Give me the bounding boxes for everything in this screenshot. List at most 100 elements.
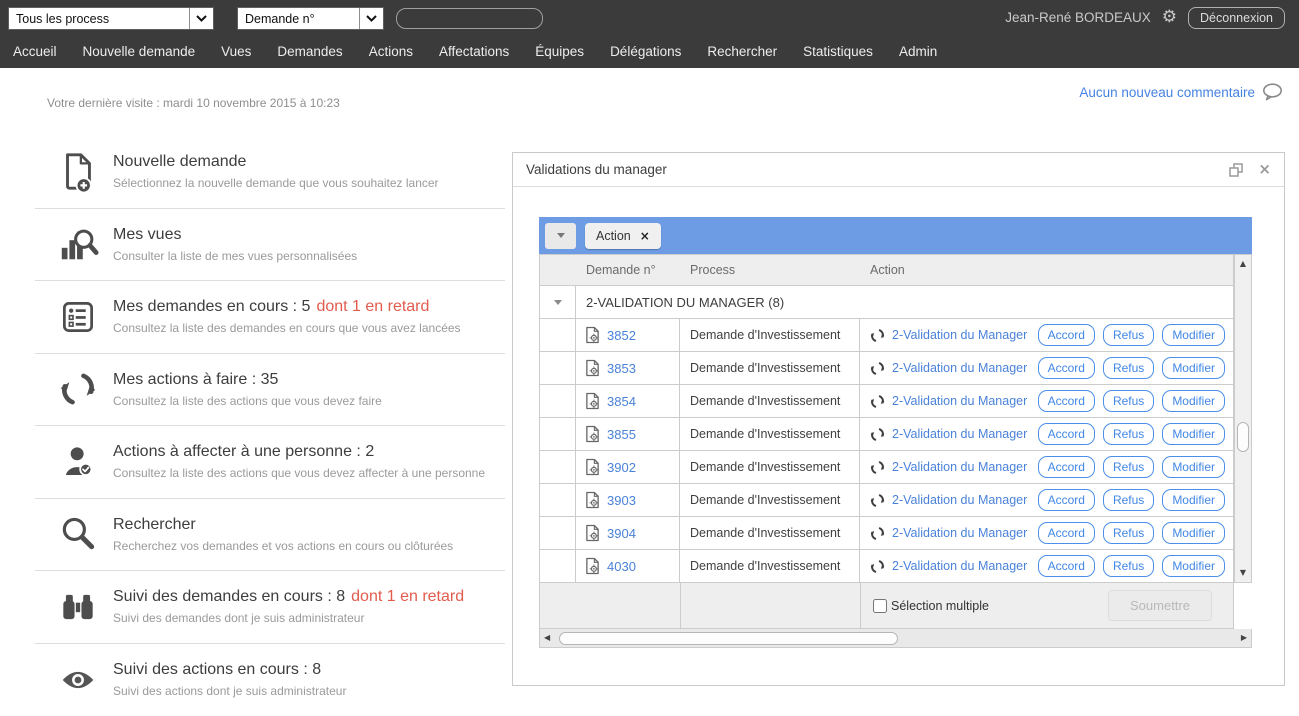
nav-item[interactable]: Rechercher xyxy=(694,44,790,59)
accord-button[interactable]: Accord xyxy=(1038,357,1095,379)
vertical-scroll-thumb[interactable] xyxy=(1237,422,1249,452)
menu-item-rechercher[interactable]: Rechercher Recherchez vos demandes et vo… xyxy=(35,499,505,572)
demande-number-link[interactable]: 3853 xyxy=(607,361,636,376)
filter-dropdown-button[interactable] xyxy=(545,223,576,249)
modifier-button[interactable]: Modifier xyxy=(1162,423,1225,445)
horizontal-scroll-thumb[interactable] xyxy=(559,632,898,645)
nav-item[interactable]: Actions xyxy=(356,44,426,59)
menu-item-nouvelle-demande[interactable]: Nouvelle demande Sélectionnez la nouvell… xyxy=(35,136,505,209)
action-link[interactable]: 2-Validation du Manager xyxy=(892,559,1027,573)
sync-icon xyxy=(870,361,885,376)
gear-icon[interactable]: ⚙ xyxy=(1162,9,1177,26)
accord-button[interactable]: Accord xyxy=(1038,456,1095,478)
nav-item[interactable]: Équipes xyxy=(522,44,597,59)
action-link[interactable]: 2-Validation du Manager xyxy=(892,493,1027,507)
action-link[interactable]: 2-Validation du Manager xyxy=(892,361,1027,375)
accord-button[interactable]: Accord xyxy=(1038,324,1095,346)
search-type-select[interactable]: Demande n° xyxy=(237,7,384,30)
refus-button[interactable]: Refus xyxy=(1103,489,1154,511)
menu-item-suivi-actions[interactable]: Suivi des actions en cours : 8 Suivi des… xyxy=(35,644,505,716)
modifier-button[interactable]: Modifier xyxy=(1162,390,1225,412)
logout-button[interactable]: Déconnexion xyxy=(1188,7,1285,29)
row-id-cell: 3853 xyxy=(576,352,680,384)
modifier-button[interactable]: Modifier xyxy=(1162,456,1225,478)
modifier-button[interactable]: Modifier xyxy=(1162,324,1225,346)
nav-item[interactable]: Délégations xyxy=(597,44,694,59)
column-header-action[interactable]: Action xyxy=(860,263,1233,277)
scroll-right-icon[interactable]: ▶ xyxy=(1241,634,1247,642)
row-id-cell: 3855 xyxy=(576,418,680,450)
action-link[interactable]: 2-Validation du Manager xyxy=(892,526,1027,540)
submit-button[interactable]: Soumettre xyxy=(1108,590,1212,621)
comments-link[interactable]: Aucun nouveau commentaire xyxy=(1079,83,1283,101)
document-gear-icon xyxy=(585,458,600,476)
application-window: Tous les process Demande n° Jean-René BO… xyxy=(0,0,1299,704)
demande-number-link[interactable]: 3854 xyxy=(607,394,636,409)
demande-number-link[interactable]: 3852 xyxy=(607,328,636,343)
refus-button[interactable]: Refus xyxy=(1103,555,1154,577)
demande-number-link[interactable]: 3903 xyxy=(607,493,636,508)
column-header-process[interactable]: Process xyxy=(680,263,860,277)
views-chart-icon xyxy=(35,209,113,281)
nav-item[interactable]: Accueil xyxy=(0,44,70,59)
vertical-scrollbar[interactable]: ▲ ▼ xyxy=(1234,254,1252,583)
nav-item[interactable]: Nouvelle demande xyxy=(70,44,209,59)
nav-item[interactable]: Affectations xyxy=(426,44,522,59)
chevron-down-icon xyxy=(554,300,562,305)
action-link[interactable]: 2-Validation du Manager xyxy=(892,460,1027,474)
modifier-button[interactable]: Modifier xyxy=(1162,522,1225,544)
eye-icon xyxy=(35,644,113,716)
modifier-button[interactable]: Modifier xyxy=(1162,555,1225,577)
accord-button[interactable]: Accord xyxy=(1038,390,1095,412)
menu-item-actions-affecter[interactable]: Actions à affecter à une personne : 2 Co… xyxy=(35,426,505,499)
nav-item[interactable]: Statistiques xyxy=(790,44,886,59)
process-filter-select[interactable]: Tous les process xyxy=(8,7,214,30)
sync-icon xyxy=(870,427,885,442)
panel-title: Validations du manager xyxy=(526,162,1229,177)
menu-item-suivi-demandes[interactable]: Suivi des demandes en cours : 8dont 1 en… xyxy=(35,571,505,644)
nav-item[interactable]: Admin xyxy=(886,44,950,59)
modifier-button[interactable]: Modifier xyxy=(1162,357,1225,379)
menu-item-mes-vues[interactable]: Mes vues Consulter la liste de mes vues … xyxy=(35,209,505,282)
menu-item-mes-demandes[interactable]: Mes demandes en cours : 5dont 1 en retar… xyxy=(35,281,505,354)
remove-filter-icon[interactable]: × xyxy=(640,229,650,243)
action-link[interactable]: 2-Validation du Manager xyxy=(892,328,1027,342)
multi-select-checkbox[interactable] xyxy=(873,599,887,613)
refus-button[interactable]: Refus xyxy=(1103,357,1154,379)
refus-button[interactable]: Refus xyxy=(1103,423,1154,445)
refus-button[interactable]: Refus xyxy=(1103,456,1154,478)
action-link[interactable]: 2-Validation du Manager xyxy=(892,427,1027,441)
demande-number-link[interactable]: 4030 xyxy=(607,559,636,574)
column-header-demande[interactable]: Demande n° xyxy=(576,263,680,277)
search-input[interactable] xyxy=(396,8,543,29)
group-collapse-toggle[interactable] xyxy=(540,286,576,318)
filter-chip-action[interactable]: Action × xyxy=(585,223,661,249)
popout-icon[interactable] xyxy=(1229,163,1243,177)
accord-button[interactable]: Accord xyxy=(1038,423,1095,445)
table-row: 3855 Demande d'Investissement 2-Validati… xyxy=(539,418,1234,451)
nav-item[interactable]: Demandes xyxy=(264,44,355,59)
demande-number-link[interactable]: 3904 xyxy=(607,526,636,541)
refus-button[interactable]: Refus xyxy=(1103,390,1154,412)
accord-button[interactable]: Accord xyxy=(1038,522,1095,544)
accord-button[interactable]: Accord xyxy=(1038,489,1095,511)
action-link[interactable]: 2-Validation du Manager xyxy=(892,394,1027,408)
close-icon[interactable]: × xyxy=(1258,162,1271,177)
scroll-left-icon[interactable]: ◀ xyxy=(544,634,550,642)
scroll-up-icon[interactable]: ▲ xyxy=(1240,260,1246,268)
top-bar: Tous les process Demande n° Jean-René BO… xyxy=(0,0,1299,68)
modifier-button[interactable]: Modifier xyxy=(1162,489,1225,511)
horizontal-scrollbar[interactable]: ◀ ▶ xyxy=(539,629,1252,648)
accord-button[interactable]: Accord xyxy=(1038,555,1095,577)
menu-item-mes-actions[interactable]: Mes actions à faire : 35 Consultez la li… xyxy=(35,354,505,427)
refus-button[interactable]: Refus xyxy=(1103,522,1154,544)
refus-button[interactable]: Refus xyxy=(1103,324,1154,346)
table-body: 3852 Demande d'Investissement 2-Validati… xyxy=(539,319,1234,583)
scroll-down-icon[interactable]: ▼ xyxy=(1240,569,1246,577)
demande-number-link[interactable]: 3855 xyxy=(607,427,636,442)
row-action-cell: 2-Validation du Manager Accord Refus Mod… xyxy=(860,352,1233,384)
demande-number-link[interactable]: 3902 xyxy=(607,460,636,475)
process-filter-value: Tous les process xyxy=(9,8,189,29)
row-action-cell: 2-Validation du Manager Accord Refus Mod… xyxy=(860,451,1233,483)
nav-item[interactable]: Vues xyxy=(208,44,264,59)
